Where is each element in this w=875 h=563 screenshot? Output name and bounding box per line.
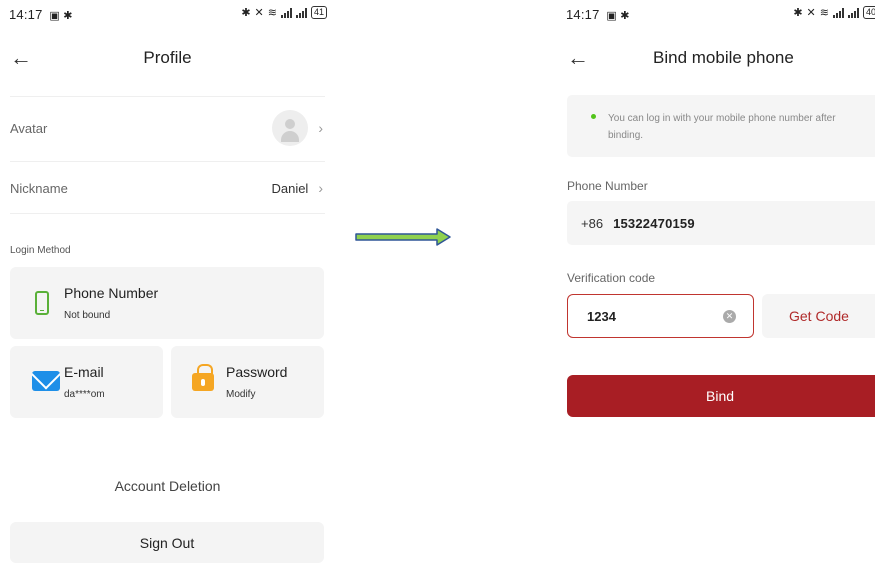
page-title: Bind mobile phone	[653, 48, 794, 67]
account-deletion-link[interactable]: Account Deletion	[0, 478, 335, 494]
phone-card-status: Not bound	[64, 310, 111, 321]
page-title: Profile	[143, 48, 192, 67]
wifi-icon: ≋	[267, 7, 277, 19]
phone-number-label: Phone Number	[567, 179, 648, 193]
password-card[interactable]: Password Modify	[171, 346, 324, 418]
info-notice: You can log in with your mobile phone nu…	[567, 95, 875, 157]
status-time: 14:17	[566, 7, 600, 22]
signal-icon	[280, 7, 292, 18]
phone-number-card[interactable]: Phone Number Not bound	[10, 267, 324, 339]
divider	[10, 96, 325, 97]
verification-code-input[interactable]: 1234 ✕	[567, 294, 754, 338]
login-method-label: Login Method	[10, 245, 71, 256]
mute-icon: ✕	[254, 7, 264, 19]
avatar-label: Avatar	[10, 120, 48, 136]
nickname-value: Daniel	[271, 180, 309, 196]
nickname-row[interactable]: Nickname Daniel ›	[10, 168, 323, 208]
bind-phone-screen: 14:17 ▣ ✱ ✱ ✕ ≋ 40 ← Bind mobile phone Y…	[557, 0, 875, 563]
system-icons: ✱ ✕ ≋ 40	[793, 6, 875, 19]
battery-icon: 40	[862, 6, 875, 19]
bind-button[interactable]: Bind	[567, 375, 875, 417]
title-bar: ← Bind mobile phone	[557, 40, 875, 76]
divider	[10, 161, 325, 162]
password-card-action: Modify	[226, 389, 256, 400]
email-card-title: E-mail	[64, 364, 104, 380]
notification-icons: ▣ ✱	[49, 10, 73, 22]
status-time: 14:17	[9, 7, 43, 22]
notice-dot-icon	[591, 114, 596, 119]
phone-icon	[35, 291, 49, 315]
title-bar: ← Profile	[0, 40, 335, 76]
avatar-placeholder-icon	[272, 110, 309, 146]
notice-text: You can log in with your mobile phone nu…	[608, 113, 836, 141]
chevron-right-icon: ›	[318, 120, 323, 136]
sign-out-button[interactable]: Sign Out	[10, 522, 324, 563]
status-bar: 14:17 ▣ ✱ ✱ ✕ ≋ 41	[0, 0, 335, 26]
get-code-button[interactable]: Get Code	[762, 294, 875, 338]
password-card-title: Password	[226, 364, 288, 380]
system-icons: ✱ ✕ ≋ 41	[241, 6, 327, 19]
transition-arrow-icon	[355, 228, 451, 246]
verification-code-label: Verification code	[567, 271, 656, 285]
signal-icon-2	[847, 7, 859, 18]
verification-code-value: 1234	[587, 308, 616, 324]
chevron-right-icon: ›	[318, 180, 323, 196]
country-code: +86	[581, 215, 604, 231]
signal-icon-2	[295, 7, 307, 18]
email-card-value: da****om	[64, 389, 105, 400]
email-card[interactable]: E-mail da****om	[10, 346, 163, 418]
back-arrow-icon[interactable]: ←	[567, 44, 589, 72]
bluetooth-icon: ✱	[793, 7, 803, 19]
wifi-icon: ≋	[819, 7, 829, 19]
phone-number-value: 15322470159	[613, 215, 695, 231]
bluetooth-icon: ✱	[241, 7, 251, 19]
mute-icon: ✕	[806, 7, 816, 19]
nickname-label: Nickname	[10, 180, 68, 196]
phone-number-field[interactable]: +86 15322470159	[567, 201, 875, 245]
status-bar: 14:17 ▣ ✱ ✱ ✕ ≋ 40	[557, 0, 875, 26]
divider	[10, 213, 325, 214]
notification-icons: ▣ ✱	[606, 10, 630, 22]
mail-icon	[32, 371, 60, 391]
avatar-row[interactable]: Avatar ›	[10, 108, 323, 148]
battery-icon: 41	[310, 6, 327, 19]
signal-icon	[832, 7, 844, 18]
profile-screen: 14:17 ▣ ✱ ✱ ✕ ≋ 41 ← Profile Avatar › Ni…	[0, 0, 335, 563]
lock-icon	[192, 364, 214, 391]
phone-card-title: Phone Number	[64, 285, 159, 301]
clear-icon[interactable]: ✕	[723, 310, 736, 323]
